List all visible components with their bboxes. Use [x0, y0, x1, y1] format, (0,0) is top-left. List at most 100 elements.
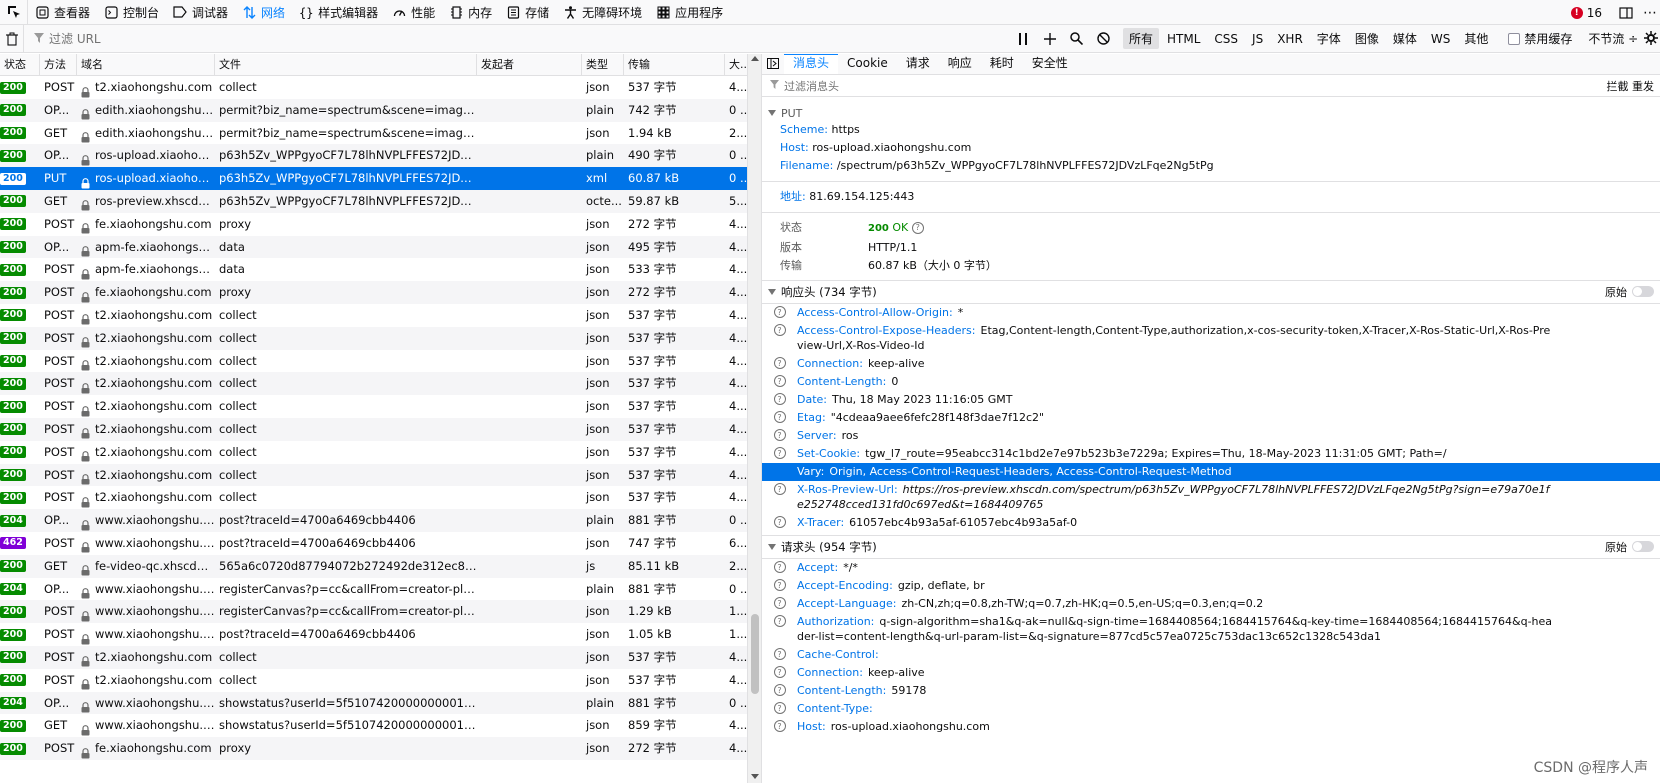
settings-gear-icon[interactable]	[1644, 31, 1658, 48]
column-header[interactable]: 发起者	[477, 54, 582, 76]
request-row[interactable]: 200 POST www.xiaohongshu.com post?traceId=4…	[0, 623, 761, 646]
request-row[interactable]: 200 OP... edith.xiaohongshu.co... permit?bi…	[0, 98, 761, 122]
type-filter-button[interactable]: 媒体	[1387, 28, 1423, 49]
request-row[interactable]: 200 POST t2.xiaohongshu.com collect json 537 …	[0, 645, 761, 669]
add-request-icon[interactable]	[1036, 32, 1063, 45]
request-row[interactable]: 200 POST t2.xiaohongshu.com collect json 537 …	[0, 395, 761, 418]
request-row[interactable]: 204 OP... www.xiaohongshu.com registerCanva…	[0, 578, 761, 601]
raw-toggle[interactable]: 原始	[1605, 539, 1654, 555]
header-row[interactable]: ? Content-Length: 0	[762, 373, 1660, 391]
throttle-select[interactable]: 不节流 ÷	[1588, 30, 1638, 47]
request-list-scrollbar[interactable]	[747, 54, 761, 783]
request-row[interactable]: 200 POST t2.xiaohongshu.com collect json 537 …	[0, 486, 761, 509]
devtools-tab-accessibility[interactable]: 无障碍环境	[556, 0, 649, 25]
request-row[interactable]: 200 POST apm-fe.xiaohongshu.... data json 533…	[0, 258, 761, 281]
header-row[interactable]: ? Authorization: q-sign-algorithm=sha1&q-a…	[762, 613, 1660, 646]
block-resend-buttons[interactable]: 拦截 重发	[1607, 78, 1655, 94]
raw-switch[interactable]	[1632, 286, 1654, 297]
type-filter-button[interactable]: HTML	[1161, 30, 1206, 48]
details-tab[interactable]: 请求	[897, 54, 939, 74]
element-picker-icon[interactable]	[0, 0, 28, 25]
search-icon[interactable]	[1063, 32, 1090, 45]
request-row[interactable]: 200 POST t2.xiaohongshu.com collect json 537 …	[0, 441, 761, 464]
details-tab[interactable]: 消息头	[784, 54, 839, 74]
disable-cache-checkbox[interactable]: 禁用缓存	[1508, 30, 1572, 47]
header-help-icon[interactable]: ?	[762, 323, 797, 353]
header-row[interactable]: ? Server: ros	[762, 427, 1660, 445]
scroll-down-icon[interactable]	[751, 774, 759, 779]
header-row[interactable]: ? Cache-Control:	[762, 646, 1660, 664]
header-help-icon[interactable]: ?	[762, 410, 797, 425]
header-help-icon[interactable]: ?	[762, 578, 797, 593]
request-row[interactable]: 200 POST t2.xiaohongshu.com collect json 537 …	[0, 326, 761, 350]
header-row[interactable]: ? Date: Thu, 18 May 2023 11:16:05 GMT	[762, 391, 1660, 409]
help-icon[interactable]: ?	[911, 222, 924, 234]
header-row[interactable]: ? Set-Cookie: tgw_l7_route=95eabcc314c1bd2…	[762, 445, 1660, 463]
more-options-icon[interactable]: ⋯	[1640, 5, 1660, 21]
header-help-icon[interactable]: ?	[762, 665, 797, 680]
type-filter-button[interactable]: 所有	[1123, 28, 1160, 49]
type-filter-button[interactable]: CSS	[1208, 30, 1244, 48]
header-help-icon[interactable]: ?	[762, 719, 797, 734]
type-filter-button[interactable]: JS	[1246, 30, 1269, 48]
devtools-tab-debugger[interactable]: 调试器	[166, 0, 235, 25]
header-help-icon[interactable]: ?	[762, 305, 797, 320]
scrollbar-thumb[interactable]	[751, 614, 759, 694]
block-icon[interactable]	[1090, 32, 1117, 45]
header-help-icon[interactable]: ?	[762, 482, 797, 512]
pause-icon[interactable]	[1009, 32, 1036, 45]
scroll-up-icon[interactable]	[751, 56, 759, 61]
header-help-icon[interactable]: ?	[762, 356, 797, 371]
type-filter-button[interactable]: WS	[1425, 30, 1456, 48]
request-row[interactable]: 200 POST t2.xiaohongshu.com collect json 537 …	[0, 76, 761, 99]
filter-url-input[interactable]: 过滤 URL	[24, 25, 1009, 53]
header-row[interactable]: ? Etag: "4cdeaa9aee6fefc28f148f3dae7f12c2"	[762, 409, 1660, 427]
header-help-icon[interactable]: ?	[762, 515, 797, 530]
header-help-icon[interactable]: ?	[762, 392, 797, 407]
request-row[interactable]: 200 POST t2.xiaohongshu.com collect json 537 …	[0, 350, 761, 373]
devtools-tab-application[interactable]: 应用程序	[649, 0, 730, 25]
header-help-icon[interactable]: ?	[762, 446, 797, 461]
header-help-icon[interactable]: ?	[762, 647, 797, 662]
column-header[interactable]: 方法	[40, 54, 77, 76]
header-help-icon[interactable]: ?	[762, 701, 797, 716]
header-row[interactable]: ? Access-Control-Expose-Headers: Etag,Cont…	[762, 322, 1660, 355]
request-row[interactable]: 200 GET edith.xiaohongshu.co... permit?biz_…	[0, 122, 761, 145]
header-row-selected[interactable]: ?Vary:Origin, Access-Control-Request-Hea…	[762, 462, 1660, 481]
header-help-icon[interactable]: ?	[762, 683, 797, 698]
type-filter-button[interactable]: 图像	[1349, 28, 1385, 49]
header-row[interactable]: ? X-Ros-Preview-Url: https://ros-preview.x…	[762, 481, 1660, 514]
type-filter-button[interactable]: XHR	[1271, 30, 1309, 48]
dock-icon[interactable]	[1612, 6, 1640, 20]
request-method-header[interactable]: PUT	[762, 105, 1660, 121]
header-row[interactable]: ? Access-Control-Allow-Origin: *	[762, 304, 1660, 322]
request-row[interactable]: 200 POST t2.xiaohongshu.com collect json 537 …	[0, 372, 761, 396]
header-row[interactable]: ? Accept: */*	[762, 559, 1660, 577]
header-help-icon[interactable]: ?	[762, 374, 797, 389]
error-count-badge[interactable]: ! 16	[1570, 6, 1602, 20]
devtools-tab-memory[interactable]: 内存	[442, 0, 499, 25]
request-row[interactable]: 200 GET fe-video-qc.xhscdn.c... 565a6c0720d…	[0, 554, 761, 578]
request-row[interactable]: 200 POST t2.xiaohongshu.com collect json 537 …	[0, 304, 761, 327]
devtools-tab-network[interactable]: 网络	[235, 0, 292, 25]
request-row[interactable]: 200 OP... apm-fe.xiaohongshu.... data json 49…	[0, 235, 761, 259]
details-tab[interactable]: 响应	[939, 54, 981, 74]
request-row[interactable]: 200 POST fe.xiaohongshu.com proxy json 272 字节…	[0, 281, 761, 304]
response-headers-toggle[interactable]: 响应头 (734 字节) 原始	[762, 281, 1660, 303]
header-row[interactable]: ? Content-Type:	[762, 700, 1660, 718]
header-row[interactable]: ? Accept-Language: zh-CN,zh;q=0.8,zh-TW;q=…	[762, 595, 1660, 613]
column-header[interactable]: 文件	[215, 54, 477, 76]
devtools-tab-inspector[interactable]: 查看器	[28, 0, 97, 25]
details-tab[interactable]: 耗时	[981, 54, 1023, 74]
details-tab[interactable]: 安全性	[1023, 54, 1077, 74]
request-row[interactable]: 200 POST www.xiaohongshu.com registerCanvas…	[0, 600, 761, 624]
request-row[interactable]: 200 POST t2.xiaohongshu.com collect json 537 …	[0, 669, 761, 692]
devtools-tab-storage[interactable]: 存储	[499, 0, 556, 25]
request-row[interactable]: 200 GET www.xiaohongshu.com showstatus?user…	[0, 714, 761, 737]
devtools-tab-style-editor[interactable]: {} 样式编辑器	[292, 0, 385, 25]
header-row[interactable]: ? Connection: keep-alive	[762, 664, 1660, 682]
raw-toggle[interactable]: 原始	[1605, 284, 1654, 300]
column-header[interactable]: 状态	[0, 54, 40, 76]
request-row[interactable]: 204 OP... www.xiaohongshu.com showstatus?us…	[0, 691, 761, 715]
request-row[interactable]: 462 POST www.xiaohongshu.com post?traceId=4…	[0, 532, 761, 555]
